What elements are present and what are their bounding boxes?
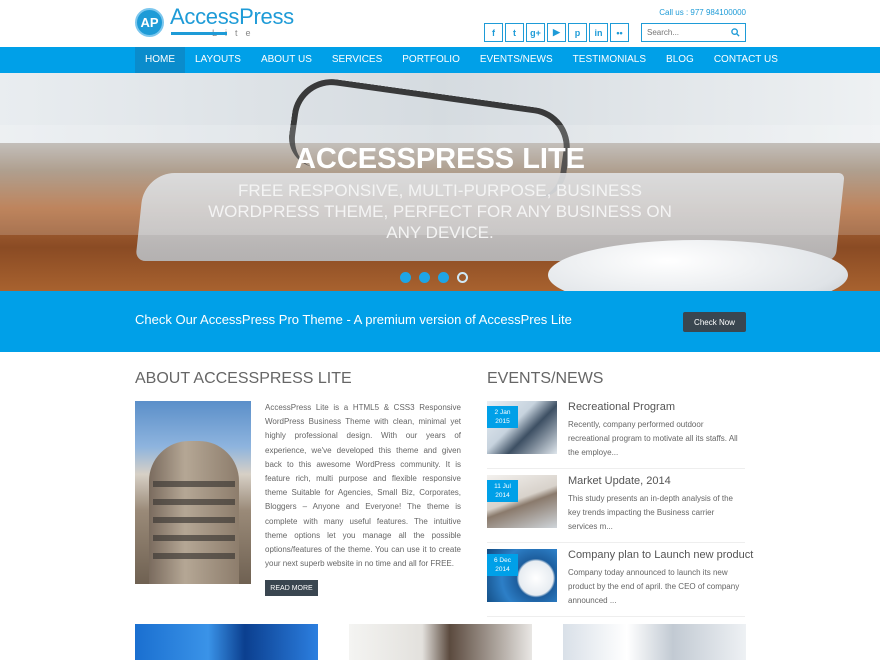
- about-title: ABOUT ACCESSPRESS LITE: [135, 370, 352, 387]
- event-date: 6 Dec 2014: [487, 554, 518, 576]
- nav-item-portfolio[interactable]: PORTFOLIO: [392, 47, 470, 73]
- event-date: 2 Jan 2015: [487, 406, 518, 428]
- nav-item-about-us[interactable]: ABOUT US: [251, 47, 322, 73]
- event-description: Company today announced to launch its ne…: [568, 568, 740, 605]
- event-title[interactable]: Company plan to Launch new product: [568, 549, 753, 561]
- read-more-button[interactable]: READ MORE: [265, 580, 318, 596]
- social-icons: f t g+ ▶ p in ••: [484, 23, 629, 42]
- hero-title: ACCESSPRESS LITE: [294, 143, 586, 175]
- page: AP AccessPress Lite Call us : 977 984100…: [0, 0, 880, 660]
- event-description: This study presents an in-depth analysis…: [568, 494, 733, 531]
- twitter-icon[interactable]: t: [505, 23, 524, 42]
- hero-slider: ACCESSPRESS LITE FREE RESPONSIVE, MULTI-…: [0, 73, 880, 291]
- hero-subtitle: FREE RESPONSIVE, MULTI-PURPOSE, BUSINESS…: [208, 181, 672, 242]
- event-title[interactable]: Market Update, 2014: [568, 475, 671, 487]
- search-box: [641, 23, 746, 42]
- event-description: Recently, company performed outdoor recr…: [568, 420, 738, 457]
- facebook-icon[interactable]: f: [484, 23, 503, 42]
- nav-item-layouts[interactable]: LAYOUTS: [185, 47, 251, 73]
- event-item[interactable]: 6 Dec 2014 Company plan to Launch new pro…: [487, 549, 753, 617]
- main-nav: HOME LAYOUTS ABOUT US SERVICES PORTFOLIO…: [0, 47, 880, 73]
- nav-item-contact-us[interactable]: CONTACT US: [704, 47, 788, 73]
- slider-dot[interactable]: [438, 272, 449, 283]
- linkedin-icon[interactable]: in: [589, 23, 608, 42]
- event-date: 11 Jul 2014: [487, 480, 518, 502]
- promo-text: Check Our AccessPress Pro Theme - A prem…: [135, 312, 572, 327]
- event-item[interactable]: 2 Jan 2015 Recreational Program Recently,…: [487, 401, 745, 469]
- nav-item-home[interactable]: HOME: [135, 47, 185, 73]
- youtube-icon[interactable]: ▶: [547, 23, 566, 42]
- logo-badge: AP: [135, 7, 164, 37]
- site-logo[interactable]: AP AccessPress Lite: [135, 6, 294, 38]
- promo-bar: Check Our AccessPress Pro Theme - A prem…: [0, 291, 880, 352]
- search-icon[interactable]: [728, 26, 742, 40]
- google-plus-icon[interactable]: g+: [526, 23, 545, 42]
- search-input[interactable]: [642, 24, 728, 41]
- nav-item-services[interactable]: SERVICES: [322, 47, 392, 73]
- about-text: AccessPress Lite is a HTML5 & CSS3 Respo…: [265, 403, 461, 569]
- about-building-image: [135, 401, 251, 584]
- slider-dot-active[interactable]: [457, 272, 468, 283]
- featured-image: [349, 624, 532, 660]
- site-header: AP AccessPress Lite Call us : 977 984100…: [0, 0, 880, 47]
- logo-title: AccessPress: [170, 4, 294, 29]
- slider-dot[interactable]: [419, 272, 430, 283]
- slider-dots: [400, 272, 468, 283]
- event-title[interactable]: Recreational Program: [568, 401, 675, 413]
- nav-item-events-news[interactable]: EVENTS/NEWS: [470, 47, 563, 73]
- events-title: EVENTS/NEWS: [487, 370, 604, 387]
- pinterest-icon[interactable]: p: [568, 23, 587, 42]
- flickr-icon[interactable]: ••: [610, 23, 629, 42]
- nav-item-testimonials[interactable]: TESTIMONIALS: [563, 47, 656, 73]
- call-us-text: Call us : 977 984100000: [659, 8, 746, 17]
- event-item[interactable]: 11 Jul 2014 Market Update, 2014 This stud…: [487, 475, 745, 543]
- nav-item-blog[interactable]: BLOG: [656, 47, 704, 73]
- featured-image: [563, 624, 746, 660]
- slider-dot[interactable]: [400, 272, 411, 283]
- featured-image: [135, 624, 318, 660]
- logo-underline: [171, 32, 227, 35]
- check-now-button[interactable]: Check Now: [683, 312, 746, 332]
